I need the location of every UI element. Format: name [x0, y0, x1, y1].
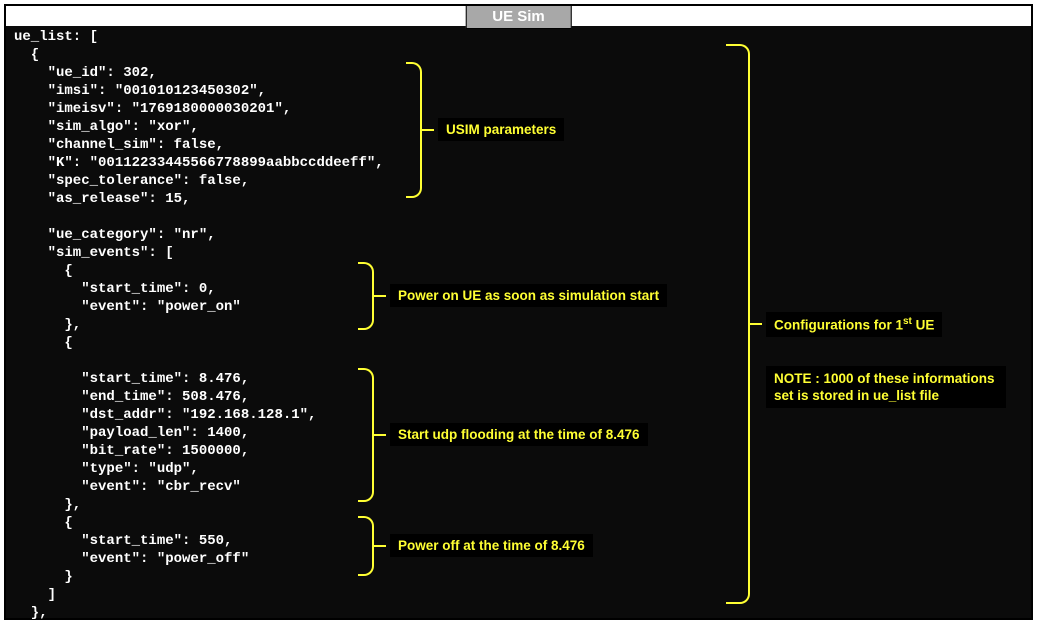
annotation-note: NOTE : 1000 of these informations set is… [766, 366, 1006, 408]
bracket-poweron-tick [374, 295, 386, 297]
bracket-usim-tick [422, 129, 434, 131]
annotation-config-prefix: Configurations for 1 [774, 318, 903, 333]
bracket-udp [358, 368, 374, 502]
bracket-config [726, 44, 750, 604]
bracket-udp-tick [374, 434, 386, 436]
annotation-config-super: st [903, 316, 912, 327]
bracket-poweroff-tick [374, 545, 386, 547]
annotation-config: Configurations for 1st UE [766, 312, 942, 337]
annotation-usim: USIM parameters [438, 118, 564, 141]
diagram-frame: UE Sim ue_list: [ { "ue_id": 302, "imsi"… [4, 4, 1033, 620]
bracket-config-tick [750, 323, 762, 325]
bracket-usim [406, 62, 422, 198]
annotation-udp: Start udp flooding at the time of 8.476 [390, 423, 648, 446]
bracket-poweroff [358, 516, 374, 576]
title-tab: UE Sim [465, 6, 572, 29]
annotation-poweron: Power on UE as soon as simulation start [390, 284, 667, 307]
annotation-poweroff: Power off at the time of 8.476 [390, 534, 593, 557]
bracket-poweron [358, 262, 374, 330]
annotation-config-suffix: UE [912, 318, 935, 333]
code-block: ue_list: [ { "ue_id": 302, "imsi": "0010… [14, 28, 384, 622]
